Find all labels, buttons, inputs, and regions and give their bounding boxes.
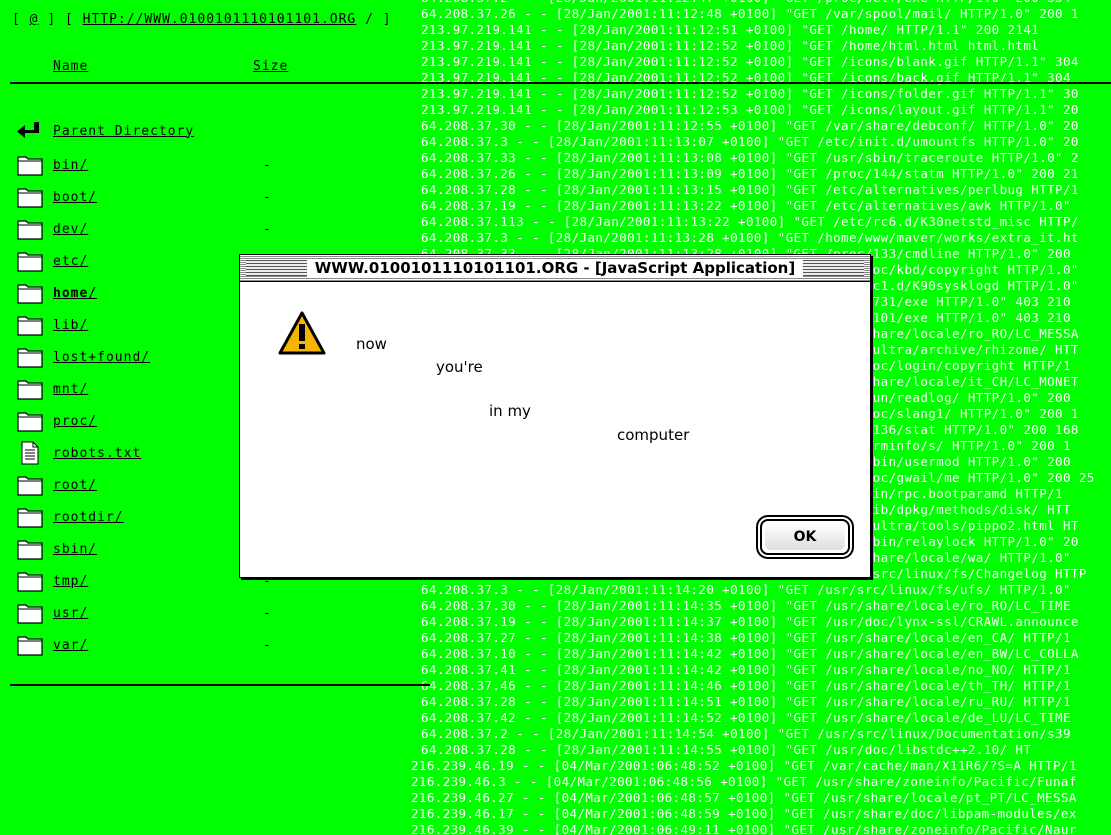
directory-row[interactable]: var/- xyxy=(16,630,406,660)
top-nav: [ @ ] [ HTTP://WWW.0100101110101101.ORG … xyxy=(12,12,392,27)
directory-row[interactable]: usr/- xyxy=(16,598,406,628)
folder-icon xyxy=(17,636,43,656)
log-line: 64.208.37.2 - - [28/Jan/2001:11:14:54 +0… xyxy=(421,726,1071,741)
parent-directory-link[interactable]: Parent Directory xyxy=(53,124,263,139)
column-header-name[interactable]: Name xyxy=(53,59,88,74)
dialog-title: WWW.0100101110101101.ORG - [JavaScript A… xyxy=(306,259,804,277)
directory-link[interactable]: mnt/ xyxy=(53,382,263,397)
folder-icon xyxy=(17,380,43,400)
file-size: - xyxy=(263,221,271,237)
message-word-youre: you're xyxy=(436,358,483,376)
directory-link[interactable]: tmp/ xyxy=(53,574,263,589)
log-line: 216.239.46.17 - - [04/Mar/2001:06:48:59 … xyxy=(411,806,1077,821)
footer-divider xyxy=(10,684,430,686)
log-line: 213.97.219.141 - - [28/Jan/2001:11:12:52… xyxy=(421,54,1079,69)
parent-directory-row[interactable]: Parent Directory xyxy=(16,116,406,146)
log-line: 213.97.219.141 - - [28/Jan/2001:11:12:52… xyxy=(421,86,1079,101)
file-size: - xyxy=(263,189,271,205)
directory-link[interactable]: rootdir/ xyxy=(53,510,263,525)
log-line: 64.208.37.3 - - [28/Jan/2001:11:14:20 +0… xyxy=(421,582,1071,597)
log-line: 64.208.37.27 - - [28/Jan/2001:11:14:38 +… xyxy=(421,630,1071,645)
header-divider xyxy=(10,82,1111,84)
folder-icon xyxy=(17,316,43,336)
log-line: 64.208.37.19 - - [28/Jan/2001:11:13:22 +… xyxy=(421,198,1071,213)
folder-icon xyxy=(17,252,43,272)
log-line: 64.208.37.113 - - [28/Jan/2001:11:13:22 … xyxy=(421,214,1079,229)
message-word-computer: computer xyxy=(617,426,690,444)
document-icon xyxy=(21,441,39,465)
ok-button-label: OK xyxy=(765,524,845,550)
log-line: 213.97.219.141 - - [28/Jan/2001:11:12:53… xyxy=(421,102,1079,117)
directory-link[interactable]: bin/ xyxy=(53,158,263,173)
warning-icon xyxy=(278,311,326,355)
nav-close-bracket: ] xyxy=(382,12,392,27)
log-line: 64.208.37.10 - - [28/Jan/2001:11:14:42 +… xyxy=(421,646,1079,661)
file-size: - xyxy=(263,605,271,621)
nav-slash: / xyxy=(365,12,374,27)
directory-link[interactable]: etc/ xyxy=(53,254,263,269)
log-line: 64.208.37.46 - - [28/Jan/2001:11:14:46 +… xyxy=(421,678,1071,693)
directory-link[interactable]: lost+found/ xyxy=(53,350,263,365)
column-header-size[interactable]: Size xyxy=(253,59,288,74)
log-line: 216.239.46.39 - - [04/Mar/2001:06:49:11 … xyxy=(411,822,1077,835)
log-line: 64.208.37.33 - - [28/Jan/2001:11:13:08 +… xyxy=(421,150,1079,165)
directory-link[interactable]: proc/ xyxy=(53,414,263,429)
nav-mid-bracket: ] [ xyxy=(47,12,74,27)
nav-open-bracket: [ xyxy=(12,12,21,27)
folder-icon xyxy=(17,604,43,624)
javascript-alert-dialog: WWW.0100101110101101.ORG - [JavaScript A… xyxy=(239,254,871,578)
log-line: 64.208.37.41 - - [28/Jan/2001:11:14:42 +… xyxy=(421,662,1071,677)
message-word-now: now xyxy=(356,335,387,353)
folder-icon xyxy=(17,476,43,496)
log-line: 64.208.37.2 - - [28/Jan/2001:11:12:47 +0… xyxy=(421,0,1071,6)
ok-button[interactable]: OK xyxy=(760,519,850,555)
directory-row[interactable]: boot/- xyxy=(16,182,406,212)
folder-icon xyxy=(17,156,43,176)
log-line: 213.97.219.141 - - [28/Jan/2001:11:12:52… xyxy=(421,38,1040,53)
folder-icon xyxy=(17,412,43,432)
log-line: 64.208.37.3 - - [28/Jan/2001:11:13:07 +0… xyxy=(421,134,1079,149)
folder-icon xyxy=(17,284,43,304)
directory-row[interactable]: dev/- xyxy=(16,214,406,244)
back-arrow-icon xyxy=(17,122,39,138)
directory-link[interactable]: sbin/ xyxy=(53,542,263,557)
directory-link[interactable]: var/ xyxy=(53,638,263,653)
log-line: 64.208.37.26 - - [28/Jan/2001:11:12:48 +… xyxy=(421,6,1079,21)
log-line: 64.208.37.28 - - [28/Jan/2001:11:14:55 +… xyxy=(421,742,1032,757)
log-line: 216.239.46.19 - - [04/Mar/2001:06:48:52 … xyxy=(411,758,1077,773)
log-line: 213.97.219.141 - - [28/Jan/2001:11:12:51… xyxy=(421,22,1040,37)
directory-link[interactable]: dev/ xyxy=(53,222,263,237)
log-line: 64.208.37.19 - - [28/Jan/2001:11:14:37 +… xyxy=(421,614,1079,629)
log-line: 64.208.37.26 - - [28/Jan/2001:11:13:09 +… xyxy=(421,166,1079,181)
directory-link[interactable]: boot/ xyxy=(53,190,263,205)
folder-icon xyxy=(17,220,43,240)
directory-link[interactable]: robots.txt xyxy=(53,446,263,461)
log-line: 64.208.37.42 - - [28/Jan/2001:11:14:52 +… xyxy=(421,710,1071,725)
directory-link[interactable]: lib/ xyxy=(53,318,263,333)
site-url-link[interactable]: HTTP://WWW.0100101110101101.ORG xyxy=(83,12,357,27)
folder-icon xyxy=(17,540,43,560)
folder-icon xyxy=(17,572,43,592)
folder-icon xyxy=(17,348,43,368)
folder-icon xyxy=(17,188,43,208)
directory-link[interactable]: home/ xyxy=(53,286,263,301)
log-line: 64.208.37.3 - - [28/Jan/2001:11:13:28 +0… xyxy=(421,230,1079,245)
file-size: - xyxy=(263,637,271,653)
file-size: - xyxy=(263,157,271,173)
log-line: 64.208.37.28 - - [28/Jan/2001:11:14:51 +… xyxy=(421,694,1071,709)
log-line: 64.208.37.28 - - [28/Jan/2001:11:13:15 +… xyxy=(421,182,1079,197)
log-line: 64.208.37.30 - - [28/Jan/2001:11:14:35 +… xyxy=(421,598,1071,613)
directory-link[interactable]: usr/ xyxy=(53,606,263,621)
folder-icon xyxy=(17,508,43,528)
log-line: 64.208.37.30 - - [28/Jan/2001:11:12:55 +… xyxy=(421,118,1079,133)
directory-row[interactable]: bin/- xyxy=(16,150,406,180)
dialog-titlebar[interactable]: WWW.0100101110101101.ORG - [JavaScript A… xyxy=(240,255,870,282)
message-word-in-my: in my xyxy=(489,402,531,420)
at-link[interactable]: @ xyxy=(30,12,39,27)
log-line: 216.239.46.3 - - [04/Mar/2001:06:48:56 +… xyxy=(411,774,1077,789)
log-line: 216.239.46.27 - - [04/Mar/2001:06:48:57 … xyxy=(411,790,1077,805)
directory-link[interactable]: root/ xyxy=(53,478,263,493)
